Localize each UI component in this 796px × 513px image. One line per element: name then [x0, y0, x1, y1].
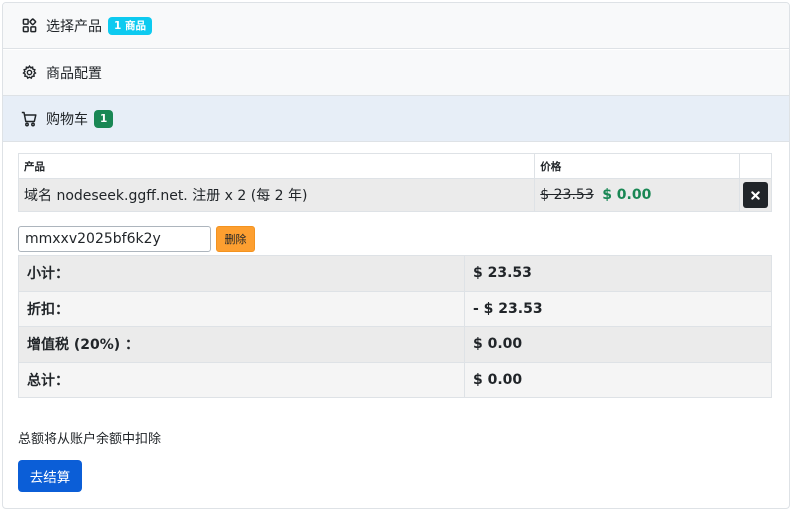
subtotal-value: $ 23.53: [464, 255, 772, 292]
cart-item-description: 域名 nodeseek.ggff.net. 注册 x 2 (每 2 年): [17, 178, 536, 212]
column-header-product: 产品: [17, 153, 536, 179]
close-icon: [751, 190, 760, 200]
step-label: 选择产品: [46, 18, 102, 35]
step-cart[interactable]: 购物车 1: [3, 96, 789, 142]
cart-header-row: 产品 价格: [17, 153, 772, 179]
promo-code-input[interactable]: [18, 226, 211, 252]
total-label: 总计：: [18, 361, 465, 398]
step-select-product[interactable]: 选择产品 1 商品: [3, 3, 789, 49]
cart-item-price: $ 23.53 $ 0.00: [534, 178, 740, 212]
vat-label: 增值税 (20%) ：: [18, 326, 465, 363]
step-product-config[interactable]: 商品配置: [3, 50, 789, 96]
step-label: 商品配置: [46, 65, 102, 82]
gear-icon: [21, 65, 37, 81]
vat-row: 增值税 (20%) ： $ 0.00: [18, 326, 772, 363]
column-header-actions: [739, 153, 772, 179]
discount-value: - $ 23.53: [464, 290, 772, 327]
vat-value: $ 0.00: [464, 326, 772, 363]
discounted-price: $ 0.00: [602, 187, 652, 203]
grid-icon: [21, 18, 37, 34]
remove-promo-button[interactable]: 删除: [216, 226, 255, 252]
total-row: 总计： $ 0.00: [18, 361, 772, 398]
column-header-price: 价格: [534, 153, 740, 179]
checkout-button[interactable]: 去结算: [18, 460, 82, 492]
cart-table: 产品 价格 域名 nodeseek.ggff.net. 注册 x 2 (每 2 …: [17, 153, 772, 212]
subtotal-row: 小计： $ 23.53: [18, 255, 772, 292]
cart-item-row: 域名 nodeseek.ggff.net. 注册 x 2 (每 2 年) $ 2…: [17, 178, 772, 212]
cart-icon: [21, 111, 37, 127]
balance-note: 总额将从账户余额中扣除: [18, 432, 162, 447]
original-price: $ 23.53: [540, 187, 594, 203]
cart-count-badge: 1: [94, 109, 114, 128]
discount-row: 折扣： - $ 23.53: [18, 290, 772, 327]
step-label: 购物车: [46, 111, 88, 128]
remove-item-button[interactable]: [743, 182, 768, 208]
discount-label: 折扣：: [18, 290, 465, 327]
subtotal-label: 小计：: [18, 255, 465, 292]
totals-table: 小计： $ 23.53 折扣： - $ 23.53 增值税 (20%) ： $ …: [18, 255, 772, 398]
cart-item-actions: [739, 178, 772, 212]
total-value: $ 0.00: [464, 361, 772, 398]
product-count-badge: 1 商品: [108, 16, 152, 35]
